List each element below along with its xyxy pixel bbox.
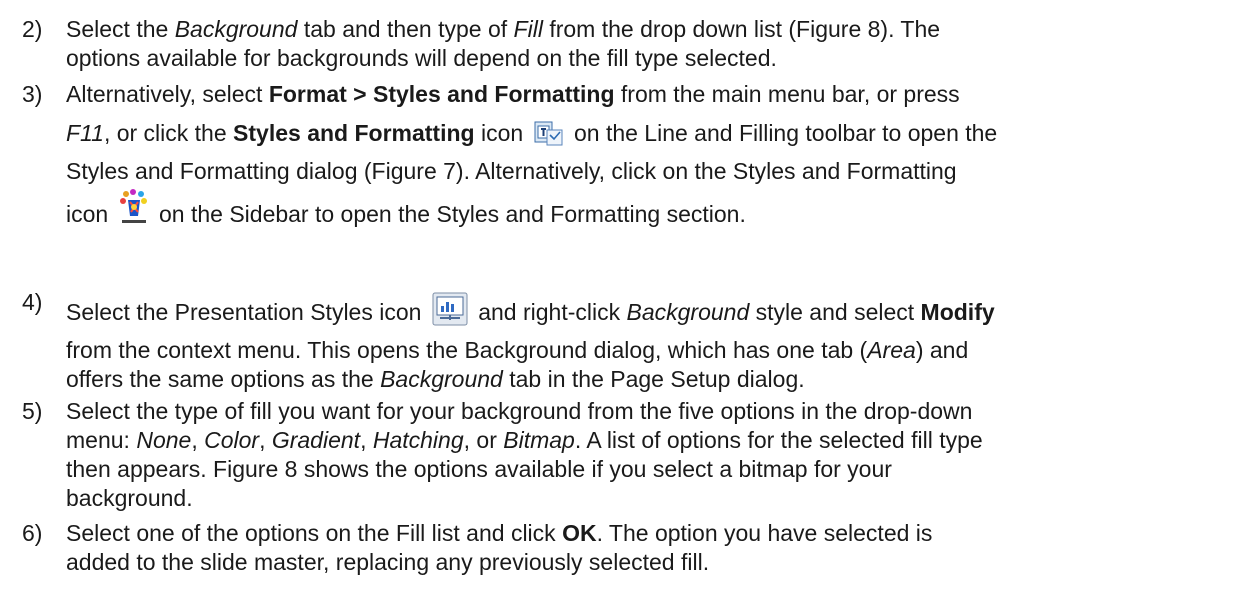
presentation-styles-icon	[432, 292, 468, 342]
text-run: icon	[66, 201, 115, 227]
italic-text: F11	[66, 120, 104, 146]
text-run: ,	[360, 427, 373, 453]
text-run: ) and	[915, 337, 969, 363]
text-run: background.	[66, 485, 193, 511]
document-page: 2) Select the Background tab and then ty…	[0, 0, 1256, 603]
italic-text: Gradient	[271, 427, 361, 453]
text-run: , or click the	[103, 120, 234, 146]
step-number: 6)	[22, 520, 43, 546]
italic-text: Bitmap	[503, 427, 575, 453]
text-run: menu:	[66, 427, 137, 453]
text-run: tab and then type of	[297, 16, 514, 42]
text-run: style and select	[749, 299, 921, 325]
italic-text: Hatching	[372, 427, 464, 453]
step-text: Select the type of fill you want for you…	[66, 397, 1242, 513]
step-text: Select the Presentation Styles icon and …	[66, 288, 1242, 394]
text-run: on the Sidebar to open the Styles and Fo…	[152, 201, 746, 227]
text-run: added to the slide master, replacing any…	[66, 549, 710, 575]
text-run: then appears. Figure 8 shows the options…	[66, 456, 892, 482]
step-number: 4)	[22, 289, 43, 315]
italic-text: None	[136, 427, 192, 453]
text-line: Select the Presentation Styles icon and …	[66, 288, 1242, 336]
text-line: then appears. Figure 8 shows the options…	[66, 455, 1242, 484]
styles-formatting-toolbar-icon	[534, 115, 564, 163]
text-line: menu: None, Color, Gradient, Hatching, o…	[66, 426, 1242, 455]
italic-text: Background	[626, 299, 750, 325]
text-line: Styles and Formatting dialog (Figure 7).…	[66, 157, 1242, 186]
text-run: from the main menu bar, or press	[614, 81, 960, 107]
text-line: Select the Background tab and then type …	[66, 15, 1242, 44]
text-run: , or	[463, 427, 504, 453]
text-run: Select the type of fill you want for you…	[66, 398, 973, 424]
text-run: Styles and Formatting dialog (Figure 7).…	[66, 158, 957, 184]
text-run: Select the	[66, 16, 175, 42]
text-run: from the context menu. This opens the Ba…	[66, 337, 868, 363]
text-run: icon	[474, 120, 530, 146]
text-line: Select one of the options on the Fill li…	[66, 519, 1242, 548]
text-run: offers the same options as the	[66, 366, 381, 392]
text-line: from the context menu. This opens the Ba…	[66, 336, 1242, 365]
step-text: Select the Background tab and then type …	[66, 15, 1242, 73]
text-run: options available for backgrounds will d…	[66, 45, 777, 71]
text-run: . A list of options for the selected fil…	[574, 427, 983, 453]
styles-formatting-sidebar-icon	[119, 188, 149, 248]
text-line: icon on the Sidebar to open the Styles a…	[66, 186, 1242, 242]
text-line: F11, or click the Styles and Formatting …	[66, 109, 1242, 157]
text-run: from the drop down list (Figure 8). The	[542, 16, 941, 42]
italic-text: Area	[867, 337, 916, 363]
text-run: Select the Presentation Styles icon	[66, 299, 428, 325]
text-line: background.	[66, 484, 1242, 513]
text-run: tab in the Page Setup dialog.	[502, 366, 805, 392]
text-line: offers the same options as the Backgroun…	[66, 365, 1242, 394]
text-run: Alternatively, select	[66, 81, 269, 107]
text-line: Alternatively, select Format > Styles an…	[66, 80, 1242, 109]
text-run: on the Line and Filling toolbar to open …	[567, 120, 998, 146]
bold-text: OK	[562, 520, 597, 546]
text-line: added to the slide master, replacing any…	[66, 548, 1242, 577]
text-line: options available for backgrounds will d…	[66, 44, 1242, 73]
step-number: 3)	[22, 81, 43, 107]
text-line: Select the type of fill you want for you…	[66, 397, 1242, 426]
bold-text: Styles and Formatting	[233, 120, 475, 146]
step-number: 5)	[22, 398, 43, 424]
italic-text: Fill	[513, 16, 543, 42]
text-run: Select one of the options on the Fill li…	[66, 520, 563, 546]
italic-text: Background	[174, 16, 298, 42]
step-text: Alternatively, select Format > Styles an…	[66, 80, 1242, 242]
step-number: 2)	[22, 16, 43, 42]
text-run: ,	[259, 427, 272, 453]
italic-text: Color	[204, 427, 260, 453]
step-text: Select one of the options on the Fill li…	[66, 519, 1242, 577]
bold-text: Format > Styles and Formatting	[268, 81, 615, 107]
italic-text: Background	[380, 366, 503, 392]
text-run: and right-click	[471, 299, 627, 325]
bold-text: Modify	[920, 299, 995, 325]
text-run: . The option you have selected is	[596, 520, 933, 546]
text-run: ,	[191, 427, 205, 453]
